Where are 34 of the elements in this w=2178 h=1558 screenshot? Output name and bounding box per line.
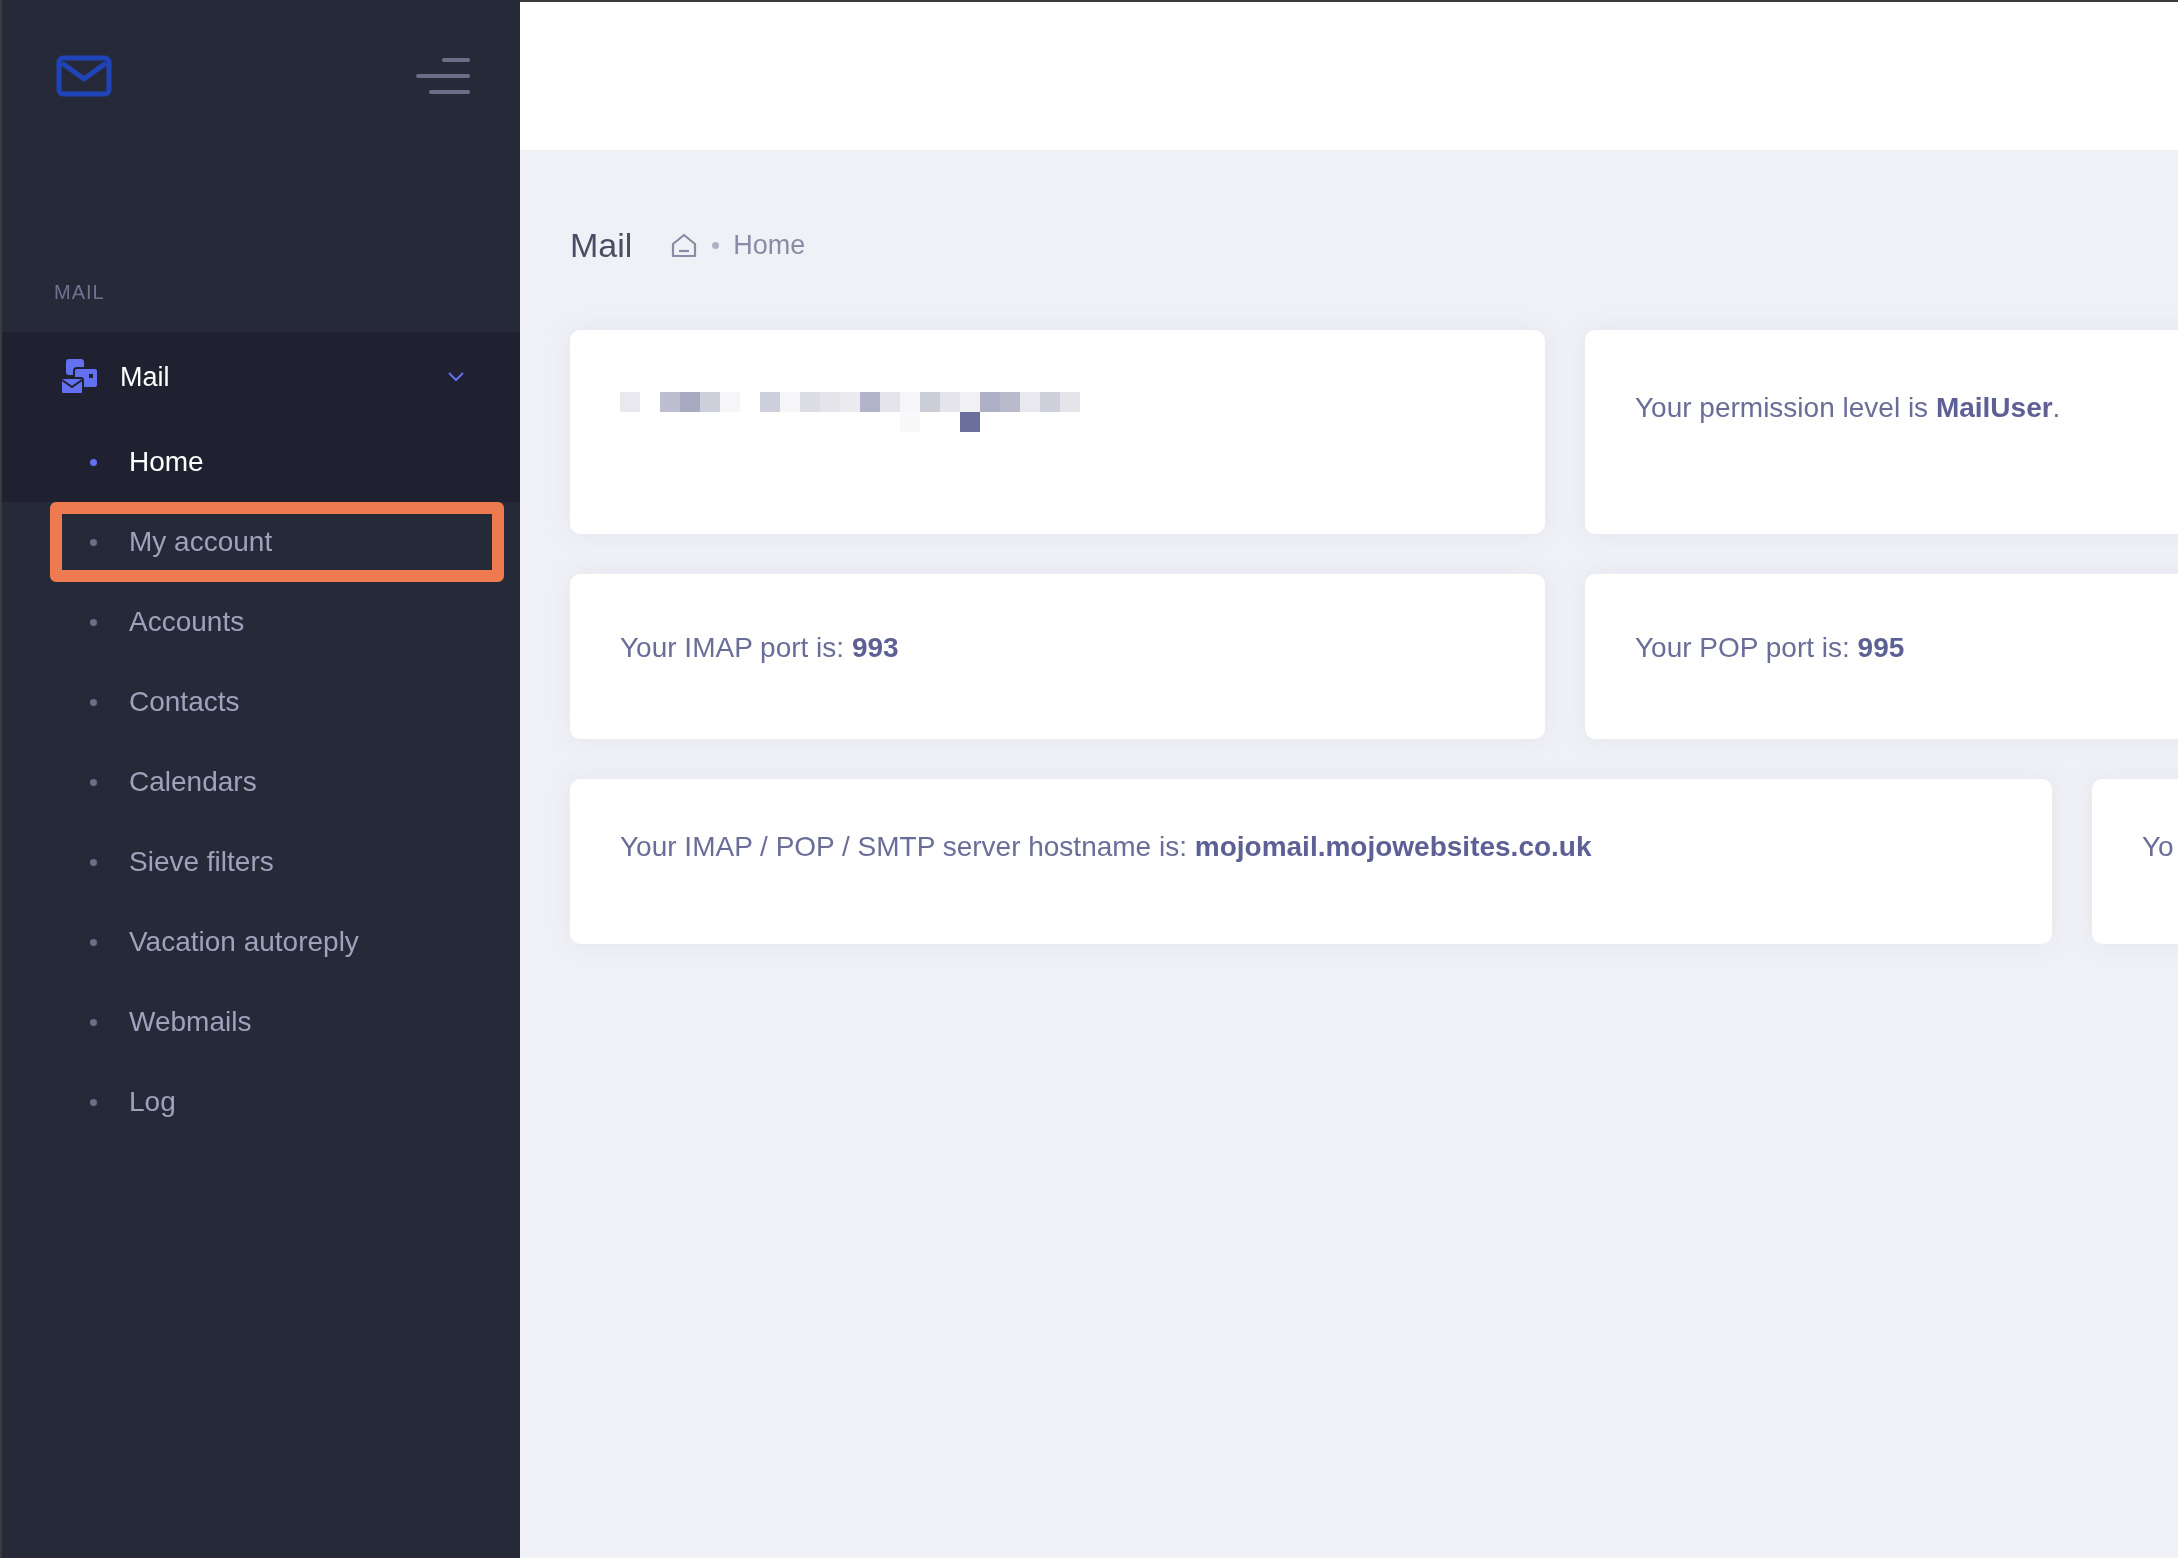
nav-group-header[interactable]: Mail <box>2 332 520 422</box>
info-text: Your IMAP port is: 993 <box>620 632 899 664</box>
bullet-icon <box>90 538 97 546</box>
home-icon[interactable] <box>670 232 699 258</box>
chevron-icon <box>448 372 464 382</box>
nav-item[interactable]: Vacation autoreply <box>50 902 504 982</box>
nav-item[interactable]: Home <box>2 422 520 502</box>
nav-item[interactable]: Accounts <box>50 582 504 662</box>
bullet-icon <box>90 618 97 626</box>
section-label: MAIL <box>53 281 106 304</box>
mail-stack-icon <box>60 359 100 395</box>
separator-dot <box>712 241 720 249</box>
nav-item[interactable]: My account <box>50 502 504 582</box>
breadcrumb-item[interactable]: Home <box>733 229 806 261</box>
nav-item[interactable]: Log <box>50 1062 504 1142</box>
bullet-icon <box>90 698 97 706</box>
bullet-icon <box>90 1018 97 1026</box>
bullet-icon <box>90 938 97 946</box>
bullet-icon <box>90 1098 97 1106</box>
info-text: Your POP port is: 995 <box>1635 632 1905 664</box>
nav-item[interactable]: Calendars <box>50 742 504 822</box>
info-text: Your IMAP / POP / SMTP server hostname is: mojomail.mojowebsites.co.uk <box>620 831 1592 863</box>
page-title: Mail <box>570 225 633 265</box>
menu-icon[interactable] <box>416 58 470 94</box>
nav-item[interactable]: Webmails <box>50 982 504 1062</box>
info-text: Your permission level is MailUser. <box>1635 392 2061 424</box>
bullet-icon <box>90 458 97 466</box>
envelope-logo-icon <box>56 55 112 97</box>
nav-item[interactable]: Sieve filters <box>50 822 504 902</box>
bullet-icon <box>90 778 97 786</box>
nav-group-label: Mail <box>120 361 171 393</box>
bullet-icon <box>90 858 97 866</box>
info-text: Yo <box>2142 831 2174 863</box>
nav-item[interactable]: Contacts <box>50 662 504 742</box>
